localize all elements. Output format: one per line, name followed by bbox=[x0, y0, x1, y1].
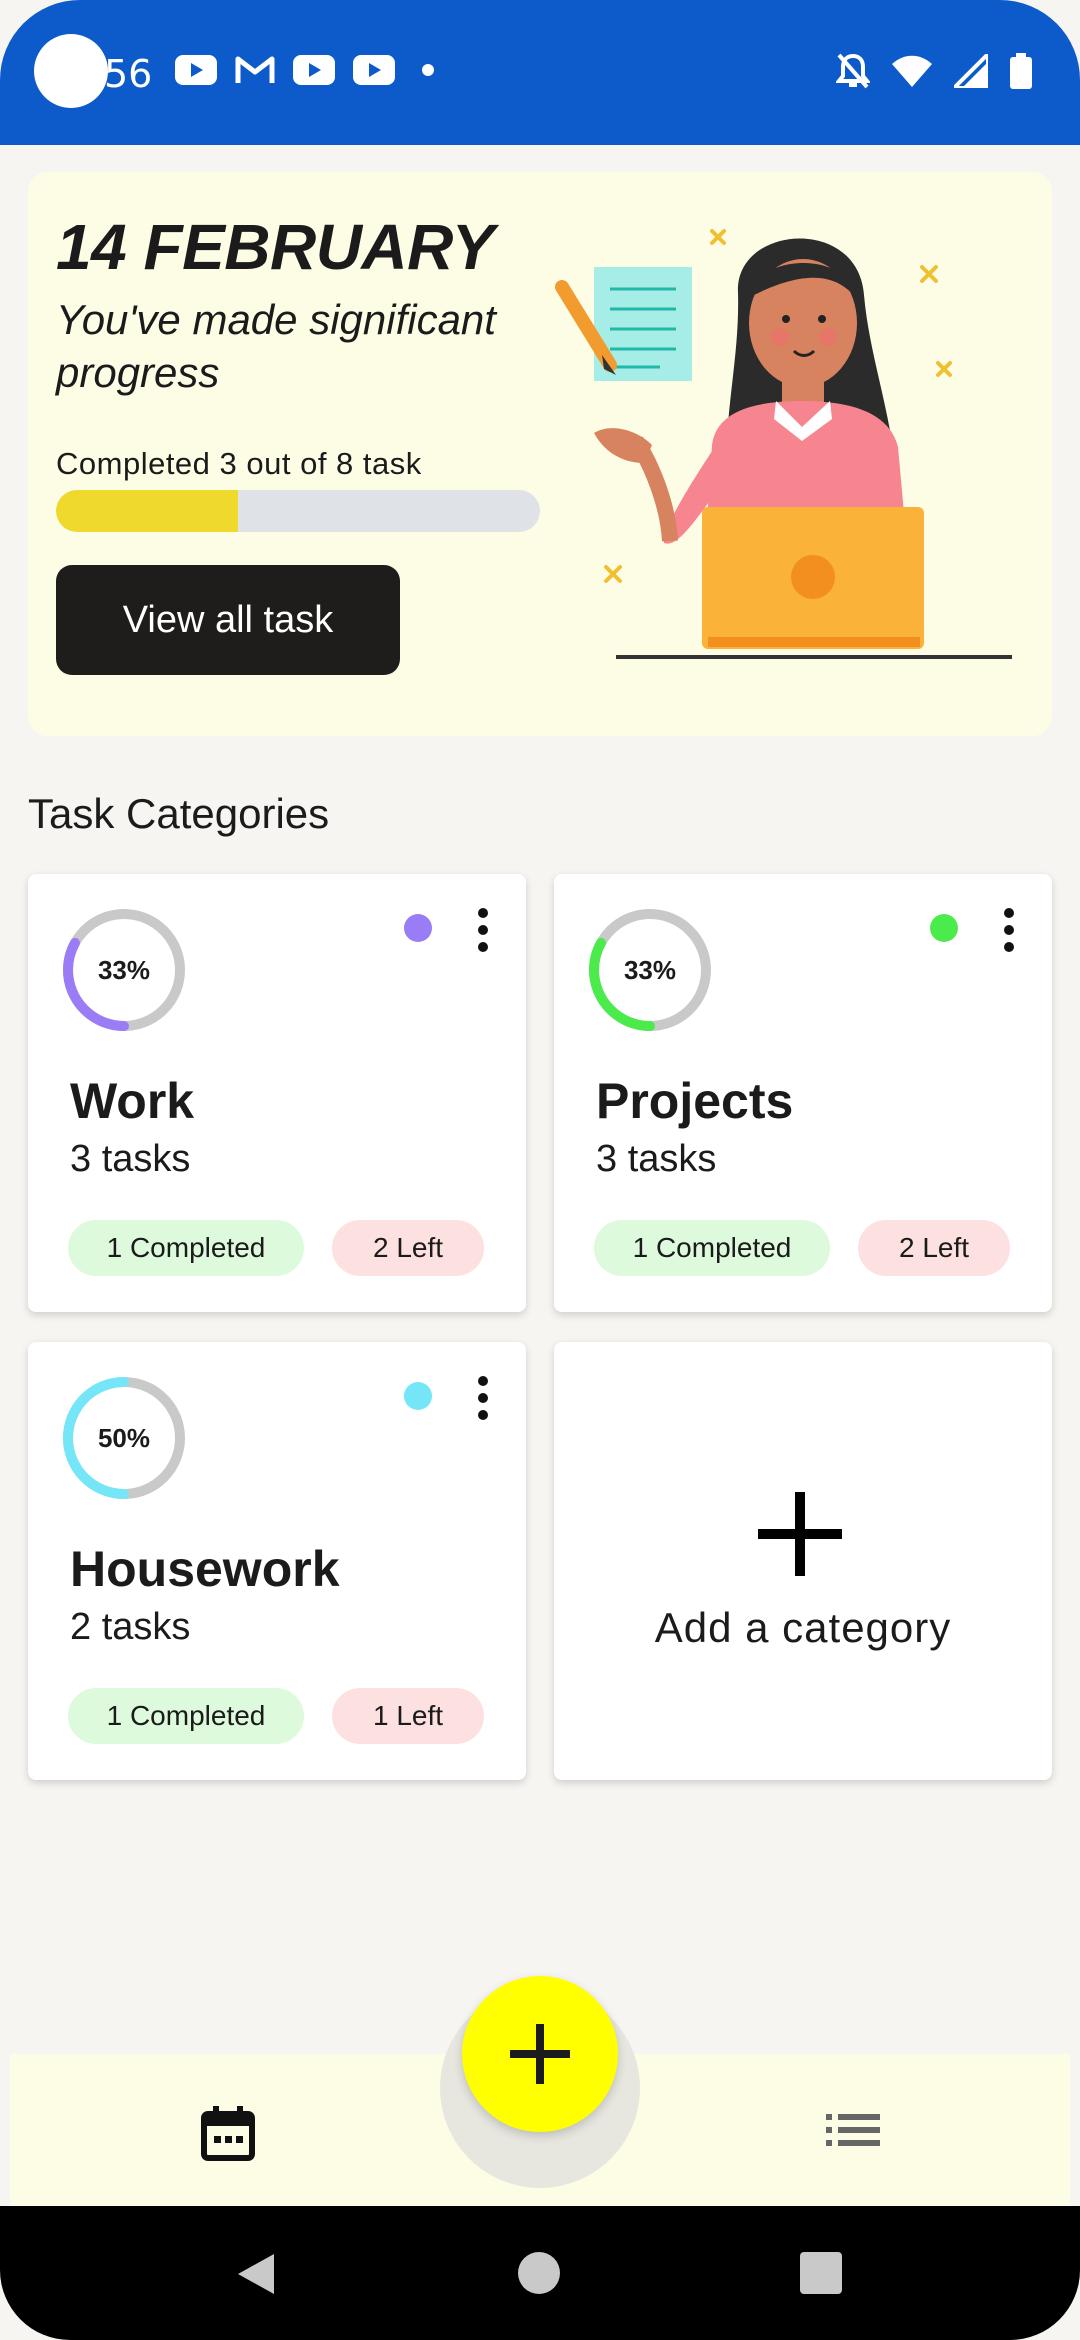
completed-badge: 1 Completed bbox=[68, 1688, 304, 1744]
more-notifications-dot bbox=[413, 55, 443, 85]
category-color-dot bbox=[404, 914, 432, 942]
more-options-icon[interactable] bbox=[1002, 906, 1016, 952]
system-navigation-bar bbox=[0, 2206, 1080, 2340]
wifi-icon bbox=[892, 55, 932, 92]
left-badge: 2 Left bbox=[332, 1220, 484, 1276]
plus-icon bbox=[510, 2024, 570, 2084]
calendar-icon[interactable] bbox=[200, 2104, 256, 2162]
add-category-button[interactable]: Add a category bbox=[554, 1342, 1052, 1780]
add-category-label: Add a category bbox=[654, 1604, 952, 1651]
category-task-count: 3 tasks bbox=[70, 1138, 191, 1180]
status-time: 56 bbox=[104, 52, 153, 96]
plus-icon bbox=[758, 1492, 842, 1576]
battery-icon bbox=[1010, 53, 1032, 94]
category-name: Work bbox=[70, 1073, 195, 1129]
more-options-icon[interactable] bbox=[476, 906, 490, 952]
notifications-off-icon bbox=[834, 52, 872, 95]
completed-badge: 1 Completed bbox=[68, 1220, 304, 1276]
category-card-housework[interactable]: 50% Housework 2 tasks 1 Completed 1 Left bbox=[28, 1342, 526, 1780]
youtube-icon bbox=[353, 55, 395, 85]
notification-icons bbox=[175, 55, 443, 85]
add-task-fab[interactable] bbox=[462, 1976, 618, 2132]
signal-icon bbox=[949, 49, 990, 93]
recents-button[interactable] bbox=[800, 2252, 842, 2294]
more-options-icon[interactable] bbox=[476, 1374, 490, 1420]
progress-percent: 50% bbox=[97, 1422, 151, 1453]
back-button[interactable] bbox=[236, 2252, 276, 2296]
category-color-dot bbox=[404, 1382, 432, 1410]
view-all-task-button[interactable]: View all task bbox=[56, 565, 400, 675]
category-name: Housework bbox=[70, 1541, 340, 1597]
system-status-icons bbox=[834, 49, 1032, 95]
completed-badge: 1 Completed bbox=[594, 1220, 830, 1276]
camera-cutout bbox=[34, 34, 108, 108]
youtube-icon bbox=[293, 55, 335, 85]
hero-date: 14 FEBRUARY bbox=[56, 211, 494, 283]
status-bar: 56 bbox=[0, 0, 1080, 145]
category-color-dot bbox=[930, 914, 958, 942]
home-button[interactable] bbox=[518, 2252, 560, 2294]
progress-percent: 33% bbox=[97, 954, 151, 985]
left-badge: 1 Left bbox=[332, 1688, 484, 1744]
progress-bar-fill bbox=[56, 490, 238, 532]
category-card-projects[interactable]: 33% Projects 3 tasks 1 Completed 2 Left bbox=[554, 874, 1052, 1312]
hero-message: You've made significant progress bbox=[56, 296, 496, 396]
youtube-icon bbox=[175, 55, 217, 85]
list-icon[interactable] bbox=[826, 2112, 880, 2148]
gmail-icon bbox=[235, 55, 275, 85]
woman-with-laptop-illustration bbox=[555, 229, 1012, 659]
category-task-count: 3 tasks bbox=[596, 1138, 717, 1180]
progress-bar bbox=[56, 490, 540, 532]
category-card-work[interactable]: 33% Work 3 tasks 1 Completed 2 Left bbox=[28, 874, 526, 1312]
category-name: Projects bbox=[596, 1073, 794, 1129]
progress-label: Completed 3 out of 8 task bbox=[56, 446, 422, 481]
section-title: Task Categories bbox=[28, 790, 330, 837]
progress-percent: 33% bbox=[623, 954, 677, 985]
category-task-count: 2 tasks bbox=[70, 1606, 191, 1648]
left-badge: 2 Left bbox=[858, 1220, 1010, 1276]
